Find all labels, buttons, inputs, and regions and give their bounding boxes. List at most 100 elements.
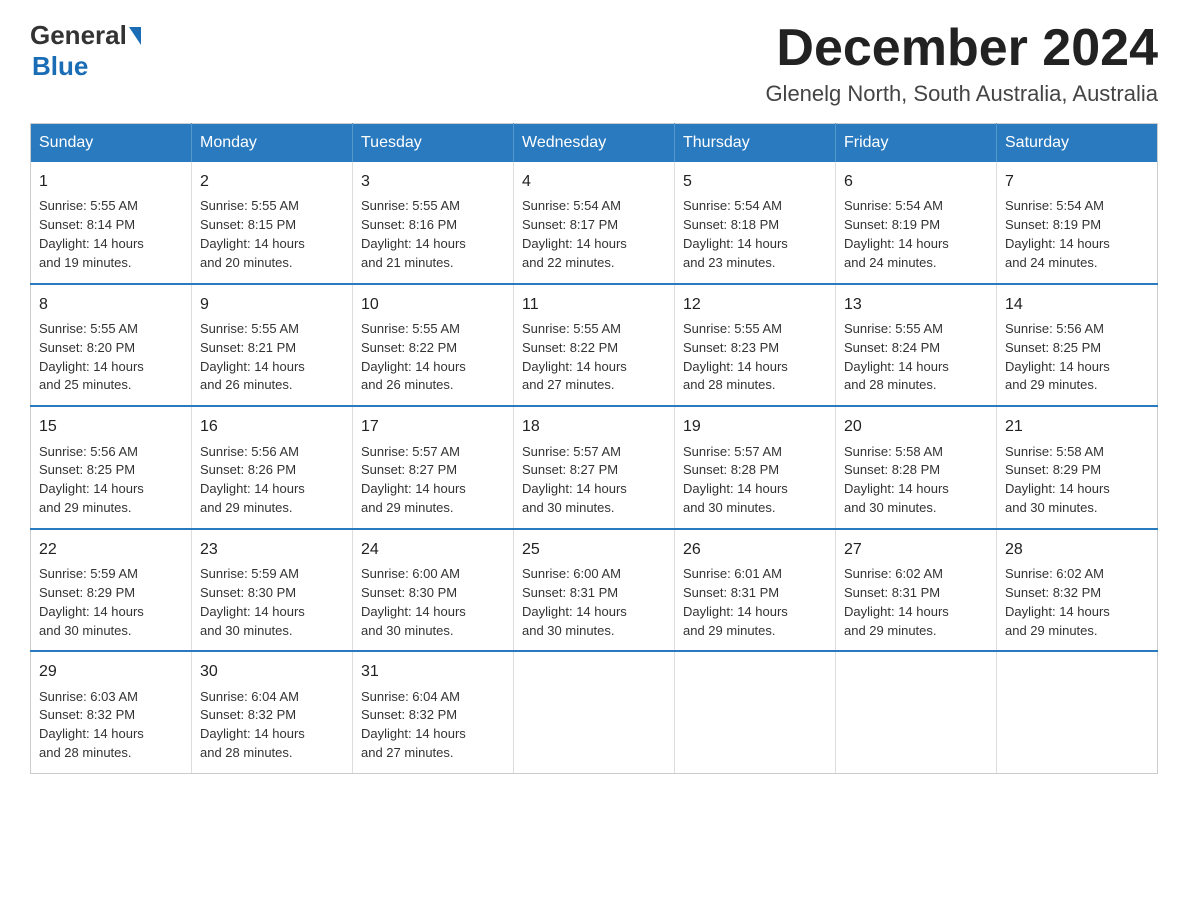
table-row: 26 Sunrise: 6:01 AM Sunset: 8:31 PM Dayl… (675, 529, 836, 652)
day-info: Sunrise: 5:54 AM Sunset: 8:19 PM Dayligh… (844, 197, 988, 272)
col-monday: Monday (192, 124, 353, 163)
day-number: 16 (200, 415, 344, 438)
table-row: 27 Sunrise: 6:02 AM Sunset: 8:31 PM Dayl… (836, 529, 997, 652)
day-info: Sunrise: 5:58 AM Sunset: 8:29 PM Dayligh… (1005, 443, 1149, 518)
table-row: 31 Sunrise: 6:04 AM Sunset: 8:32 PM Dayl… (353, 651, 514, 773)
day-info: Sunrise: 5:58 AM Sunset: 8:28 PM Dayligh… (844, 443, 988, 518)
day-info: Sunrise: 5:54 AM Sunset: 8:18 PM Dayligh… (683, 197, 827, 272)
col-friday: Friday (836, 124, 997, 163)
col-sunday: Sunday (31, 124, 192, 163)
title-area: December 2024 Glenelg North, South Austr… (765, 20, 1158, 107)
day-info: Sunrise: 5:59 AM Sunset: 8:30 PM Dayligh… (200, 565, 344, 640)
day-number: 30 (200, 660, 344, 683)
day-info: Sunrise: 5:57 AM Sunset: 8:27 PM Dayligh… (361, 443, 505, 518)
table-row: 25 Sunrise: 6:00 AM Sunset: 8:31 PM Dayl… (514, 529, 675, 652)
calendar-table: Sunday Monday Tuesday Wednesday Thursday… (30, 123, 1158, 774)
day-info: Sunrise: 5:55 AM Sunset: 8:14 PM Dayligh… (39, 197, 183, 272)
col-thursday: Thursday (675, 124, 836, 163)
table-row: 2 Sunrise: 5:55 AM Sunset: 8:15 PM Dayli… (192, 162, 353, 284)
day-info: Sunrise: 6:01 AM Sunset: 8:31 PM Dayligh… (683, 565, 827, 640)
table-row: 9 Sunrise: 5:55 AM Sunset: 8:21 PM Dayli… (192, 284, 353, 407)
day-info: Sunrise: 5:55 AM Sunset: 8:22 PM Dayligh… (361, 320, 505, 395)
day-info: Sunrise: 5:55 AM Sunset: 8:16 PM Dayligh… (361, 197, 505, 272)
day-info: Sunrise: 6:03 AM Sunset: 8:32 PM Dayligh… (39, 688, 183, 763)
table-row: 12 Sunrise: 5:55 AM Sunset: 8:23 PM Dayl… (675, 284, 836, 407)
col-tuesday: Tuesday (353, 124, 514, 163)
table-row: 21 Sunrise: 5:58 AM Sunset: 8:29 PM Dayl… (997, 406, 1158, 529)
table-row (514, 651, 675, 773)
day-info: Sunrise: 5:59 AM Sunset: 8:29 PM Dayligh… (39, 565, 183, 640)
table-row: 28 Sunrise: 6:02 AM Sunset: 8:32 PM Dayl… (997, 529, 1158, 652)
day-info: Sunrise: 5:54 AM Sunset: 8:19 PM Dayligh… (1005, 197, 1149, 272)
table-row (836, 651, 997, 773)
table-row: 11 Sunrise: 5:55 AM Sunset: 8:22 PM Dayl… (514, 284, 675, 407)
day-number: 2 (200, 170, 344, 193)
month-title: December 2024 (765, 20, 1158, 77)
table-row: 4 Sunrise: 5:54 AM Sunset: 8:17 PM Dayli… (514, 162, 675, 284)
table-row (997, 651, 1158, 773)
day-number: 22 (39, 538, 183, 561)
table-row: 16 Sunrise: 5:56 AM Sunset: 8:26 PM Dayl… (192, 406, 353, 529)
day-number: 4 (522, 170, 666, 193)
table-row: 8 Sunrise: 5:55 AM Sunset: 8:20 PM Dayli… (31, 284, 192, 407)
table-row: 19 Sunrise: 5:57 AM Sunset: 8:28 PM Dayl… (675, 406, 836, 529)
table-row: 20 Sunrise: 5:58 AM Sunset: 8:28 PM Dayl… (836, 406, 997, 529)
day-info: Sunrise: 5:55 AM Sunset: 8:20 PM Dayligh… (39, 320, 183, 395)
day-number: 5 (683, 170, 827, 193)
day-number: 9 (200, 293, 344, 316)
day-info: Sunrise: 5:55 AM Sunset: 8:15 PM Dayligh… (200, 197, 344, 272)
day-number: 21 (1005, 415, 1149, 438)
day-number: 7 (1005, 170, 1149, 193)
table-row: 18 Sunrise: 5:57 AM Sunset: 8:27 PM Dayl… (514, 406, 675, 529)
day-info: Sunrise: 5:54 AM Sunset: 8:17 PM Dayligh… (522, 197, 666, 272)
day-number: 8 (39, 293, 183, 316)
day-number: 15 (39, 415, 183, 438)
table-row: 6 Sunrise: 5:54 AM Sunset: 8:19 PM Dayli… (836, 162, 997, 284)
table-row: 23 Sunrise: 5:59 AM Sunset: 8:30 PM Dayl… (192, 529, 353, 652)
day-info: Sunrise: 6:00 AM Sunset: 8:31 PM Dayligh… (522, 565, 666, 640)
day-number: 23 (200, 538, 344, 561)
table-row: 30 Sunrise: 6:04 AM Sunset: 8:32 PM Dayl… (192, 651, 353, 773)
table-row: 10 Sunrise: 5:55 AM Sunset: 8:22 PM Dayl… (353, 284, 514, 407)
day-number: 1 (39, 170, 183, 193)
logo-triangle-icon (129, 27, 141, 45)
day-number: 6 (844, 170, 988, 193)
col-wednesday: Wednesday (514, 124, 675, 163)
calendar-week-row: 8 Sunrise: 5:55 AM Sunset: 8:20 PM Dayli… (31, 284, 1158, 407)
table-row: 14 Sunrise: 5:56 AM Sunset: 8:25 PM Dayl… (997, 284, 1158, 407)
day-number: 19 (683, 415, 827, 438)
table-row: 24 Sunrise: 6:00 AM Sunset: 8:30 PM Dayl… (353, 529, 514, 652)
day-info: Sunrise: 6:00 AM Sunset: 8:30 PM Dayligh… (361, 565, 505, 640)
day-info: Sunrise: 5:55 AM Sunset: 8:21 PM Dayligh… (200, 320, 344, 395)
day-number: 13 (844, 293, 988, 316)
day-number: 26 (683, 538, 827, 561)
table-row: 5 Sunrise: 5:54 AM Sunset: 8:18 PM Dayli… (675, 162, 836, 284)
table-row: 13 Sunrise: 5:55 AM Sunset: 8:24 PM Dayl… (836, 284, 997, 407)
table-row (675, 651, 836, 773)
day-info: Sunrise: 5:56 AM Sunset: 8:25 PM Dayligh… (39, 443, 183, 518)
table-row: 7 Sunrise: 5:54 AM Sunset: 8:19 PM Dayli… (997, 162, 1158, 284)
table-row: 29 Sunrise: 6:03 AM Sunset: 8:32 PM Dayl… (31, 651, 192, 773)
day-number: 3 (361, 170, 505, 193)
day-number: 31 (361, 660, 505, 683)
day-number: 25 (522, 538, 666, 561)
table-row: 1 Sunrise: 5:55 AM Sunset: 8:14 PM Dayli… (31, 162, 192, 284)
day-info: Sunrise: 5:56 AM Sunset: 8:26 PM Dayligh… (200, 443, 344, 518)
calendar-header-row: Sunday Monday Tuesday Wednesday Thursday… (31, 124, 1158, 163)
logo-blue-text: Blue (32, 51, 88, 81)
day-number: 17 (361, 415, 505, 438)
day-number: 12 (683, 293, 827, 316)
table-row: 15 Sunrise: 5:56 AM Sunset: 8:25 PM Dayl… (31, 406, 192, 529)
location-subtitle: Glenelg North, South Australia, Australi… (765, 81, 1158, 107)
day-info: Sunrise: 6:02 AM Sunset: 8:31 PM Dayligh… (844, 565, 988, 640)
day-info: Sunrise: 6:04 AM Sunset: 8:32 PM Dayligh… (361, 688, 505, 763)
table-row: 17 Sunrise: 5:57 AM Sunset: 8:27 PM Dayl… (353, 406, 514, 529)
day-info: Sunrise: 5:57 AM Sunset: 8:28 PM Dayligh… (683, 443, 827, 518)
day-info: Sunrise: 5:55 AM Sunset: 8:23 PM Dayligh… (683, 320, 827, 395)
day-number: 28 (1005, 538, 1149, 561)
day-number: 29 (39, 660, 183, 683)
day-number: 14 (1005, 293, 1149, 316)
calendar-week-row: 22 Sunrise: 5:59 AM Sunset: 8:29 PM Dayl… (31, 529, 1158, 652)
day-number: 20 (844, 415, 988, 438)
calendar-week-row: 29 Sunrise: 6:03 AM Sunset: 8:32 PM Dayl… (31, 651, 1158, 773)
